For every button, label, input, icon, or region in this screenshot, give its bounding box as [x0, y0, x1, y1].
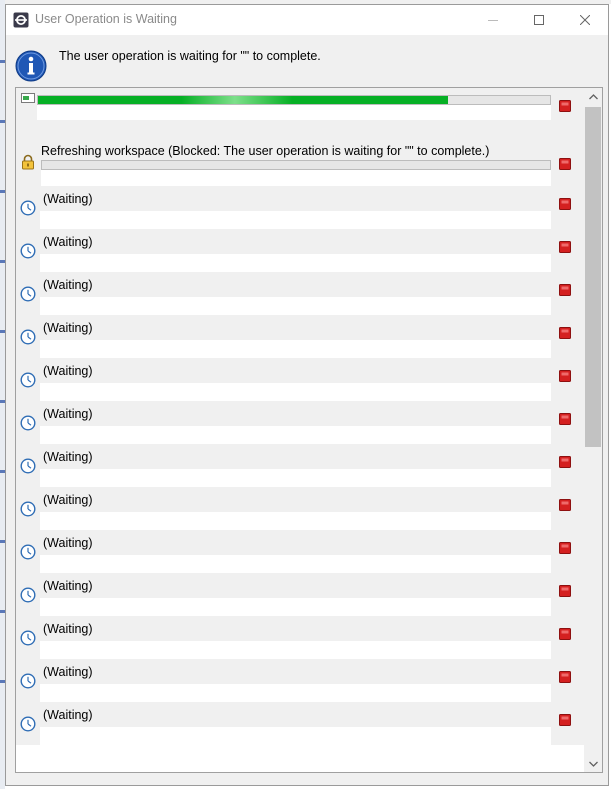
chevron-up-icon — [588, 93, 598, 99]
scroll-thumb[interactable] — [585, 107, 601, 447]
job-row-waiting[interactable]: (Waiting) — [16, 616, 584, 659]
job-label: (Waiting) — [43, 235, 93, 249]
job-label: Refreshing workspace (Blocked: The user … — [41, 144, 490, 158]
clock-icon — [20, 372, 36, 388]
job-label: (Waiting) — [43, 536, 93, 550]
lock-icon — [22, 154, 34, 170]
stop-icon[interactable] — [559, 456, 571, 468]
info-icon — [15, 50, 47, 82]
job-label: (Waiting) — [43, 579, 93, 593]
stop-icon[interactable] — [559, 542, 571, 554]
job-label: (Waiting) — [43, 364, 93, 378]
stop-icon[interactable] — [559, 241, 571, 253]
clock-icon — [20, 501, 36, 517]
clock-icon — [20, 286, 36, 302]
job-label: (Waiting) — [43, 278, 93, 292]
job-row-active[interactable] — [16, 88, 584, 136]
job-row-waiting[interactable]: (Waiting) — [16, 272, 584, 315]
scroll-up-button[interactable] — [584, 88, 602, 105]
job-row-waiting[interactable]: (Waiting) — [16, 358, 584, 401]
job-row-waiting[interactable]: (Waiting) — [16, 487, 584, 530]
stop-icon[interactable] — [559, 714, 571, 726]
job-row-blocked[interactable]: Refreshing workspace (Blocked: The user … — [16, 136, 584, 186]
clock-icon — [20, 329, 36, 345]
clock-icon — [20, 243, 36, 259]
eclipse-app-icon — [13, 12, 29, 28]
job-row-waiting[interactable]: (Waiting) — [16, 444, 584, 487]
stop-icon[interactable] — [559, 671, 571, 683]
job-progress-fill — [38, 96, 448, 104]
message-area: The user operation is waiting for "" to … — [6, 35, 608, 87]
stop-icon[interactable] — [559, 370, 571, 382]
stop-icon[interactable] — [559, 628, 571, 640]
job-row-waiting[interactable]: (Waiting) — [16, 573, 584, 616]
clock-icon — [20, 673, 36, 689]
clock-icon — [20, 544, 36, 560]
job-label: (Waiting) — [43, 321, 93, 335]
stop-icon[interactable] — [559, 284, 571, 296]
clock-icon — [20, 458, 36, 474]
job-row-waiting[interactable]: (Waiting) — [16, 702, 584, 745]
dialog-window: User Operation is Waiting The user opera… — [5, 4, 609, 786]
stop-icon[interactable] — [559, 100, 571, 112]
job-row-waiting[interactable]: (Waiting) — [16, 401, 584, 444]
job-row-waiting[interactable]: (Waiting) — [16, 530, 584, 573]
job-icon — [21, 93, 35, 103]
clock-icon — [20, 630, 36, 646]
job-label: (Waiting) — [43, 622, 93, 636]
maximize-icon — [534, 15, 544, 25]
window-title: User Operation is Waiting — [35, 12, 177, 26]
maximize-button[interactable] — [516, 5, 562, 35]
job-label: (Waiting) — [43, 192, 93, 206]
job-progress-bar — [41, 160, 551, 170]
close-icon — [580, 15, 590, 25]
job-progress-bar — [37, 95, 551, 105]
job-row-waiting[interactable]: (Waiting) — [16, 186, 584, 229]
stop-icon[interactable] — [559, 585, 571, 597]
job-label: (Waiting) — [43, 407, 93, 421]
clock-icon — [20, 200, 36, 216]
clock-icon — [20, 415, 36, 431]
scroll-down-button[interactable] — [584, 755, 602, 772]
minimize-button[interactable] — [470, 5, 516, 35]
stop-icon[interactable] — [559, 327, 571, 339]
close-button[interactable] — [562, 5, 608, 35]
title-bar[interactable]: User Operation is Waiting — [6, 5, 608, 35]
message-text: The user operation is waiting for "" to … — [59, 49, 321, 63]
stop-icon[interactable] — [559, 198, 571, 210]
job-label: (Waiting) — [43, 450, 93, 464]
job-row-waiting[interactable]: (Waiting) — [16, 229, 584, 272]
stop-icon[interactable] — [559, 413, 571, 425]
job-row-waiting[interactable]: (Waiting) — [16, 315, 584, 358]
clock-icon — [20, 716, 36, 732]
job-label: (Waiting) — [43, 493, 93, 507]
jobs-list[interactable]: Refreshing workspace (Blocked: The user … — [15, 87, 603, 773]
chevron-down-icon — [588, 761, 598, 767]
job-label: (Waiting) — [43, 708, 93, 722]
job-label: (Waiting) — [43, 665, 93, 679]
stop-icon[interactable] — [559, 499, 571, 511]
minimize-icon — [488, 20, 498, 21]
vertical-scrollbar[interactable] — [584, 88, 602, 772]
stop-icon[interactable] — [559, 158, 571, 170]
jobs-list-rows: Refreshing workspace (Blocked: The user … — [16, 88, 584, 745]
clock-icon — [20, 587, 36, 603]
job-row-waiting[interactable]: (Waiting) — [16, 659, 584, 702]
